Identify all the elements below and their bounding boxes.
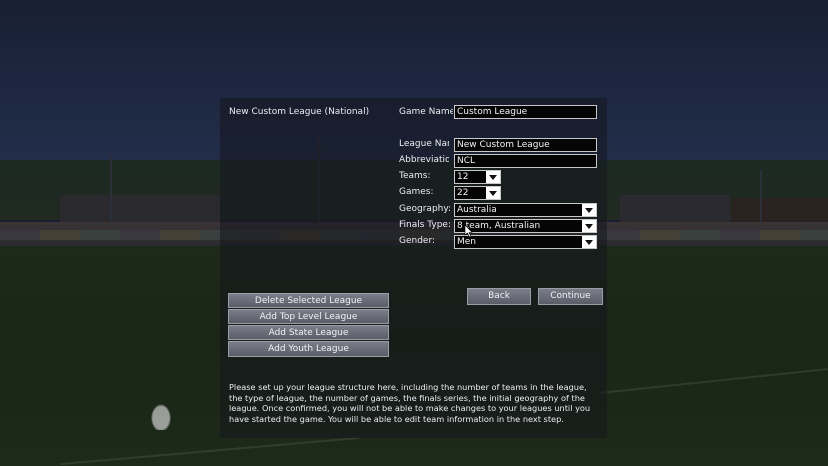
teams-label: Teams:: [399, 171, 431, 181]
light-pole: [110, 155, 112, 225]
selected-league-title[interactable]: New Custom League (National): [229, 107, 369, 117]
geography-select[interactable]: Australia: [454, 203, 597, 217]
abbreviation-input[interactable]: NCL: [454, 154, 597, 168]
gender-value: Men: [457, 237, 477, 247]
chevron-down-icon[interactable]: [582, 220, 596, 232]
chevron-down-icon[interactable]: [486, 171, 500, 183]
delete-selected-league-button[interactable]: Delete Selected League: [228, 293, 389, 308]
mouse-pointer-icon: [464, 224, 473, 238]
back-button[interactable]: Back: [467, 288, 531, 305]
instructions-text: Please set up your league structure here…: [229, 382, 591, 424]
chevron-down-icon[interactable]: [582, 204, 596, 216]
geography-value: Australia: [457, 205, 497, 215]
teams-select[interactable]: 12: [454, 170, 501, 184]
chevron-down-icon[interactable]: [582, 236, 596, 248]
finals-type-select[interactable]: 8 team, Australian: [454, 219, 597, 233]
abbreviation-label: Abbreviation: [399, 155, 449, 165]
add-youth-league-button[interactable]: Add Youth League: [228, 341, 389, 357]
chevron-down-icon[interactable]: [486, 187, 500, 199]
add-top-level-league-button[interactable]: Add Top Level League: [228, 309, 389, 324]
league-name-input[interactable]: New Custom League: [454, 138, 597, 152]
games-select[interactable]: 22: [454, 186, 501, 200]
games-label: Games:: [399, 187, 434, 197]
gender-select[interactable]: Men: [454, 235, 597, 249]
light-pole: [760, 170, 762, 225]
continue-button[interactable]: Continue: [538, 288, 603, 305]
league-name-label: League Name: [399, 139, 449, 149]
gender-label: Gender:: [399, 236, 436, 246]
game-name-label: Game Name:: [399, 107, 453, 117]
add-state-league-button[interactable]: Add State League: [228, 325, 389, 340]
game-name-input[interactable]: Custom League: [454, 105, 597, 119]
finals-type-label: Finals Type:: [399, 220, 451, 230]
teams-value: 12: [457, 172, 469, 182]
seagull: [148, 400, 174, 430]
geography-label: Geography:: [399, 204, 452, 214]
games-value: 22: [457, 188, 469, 198]
